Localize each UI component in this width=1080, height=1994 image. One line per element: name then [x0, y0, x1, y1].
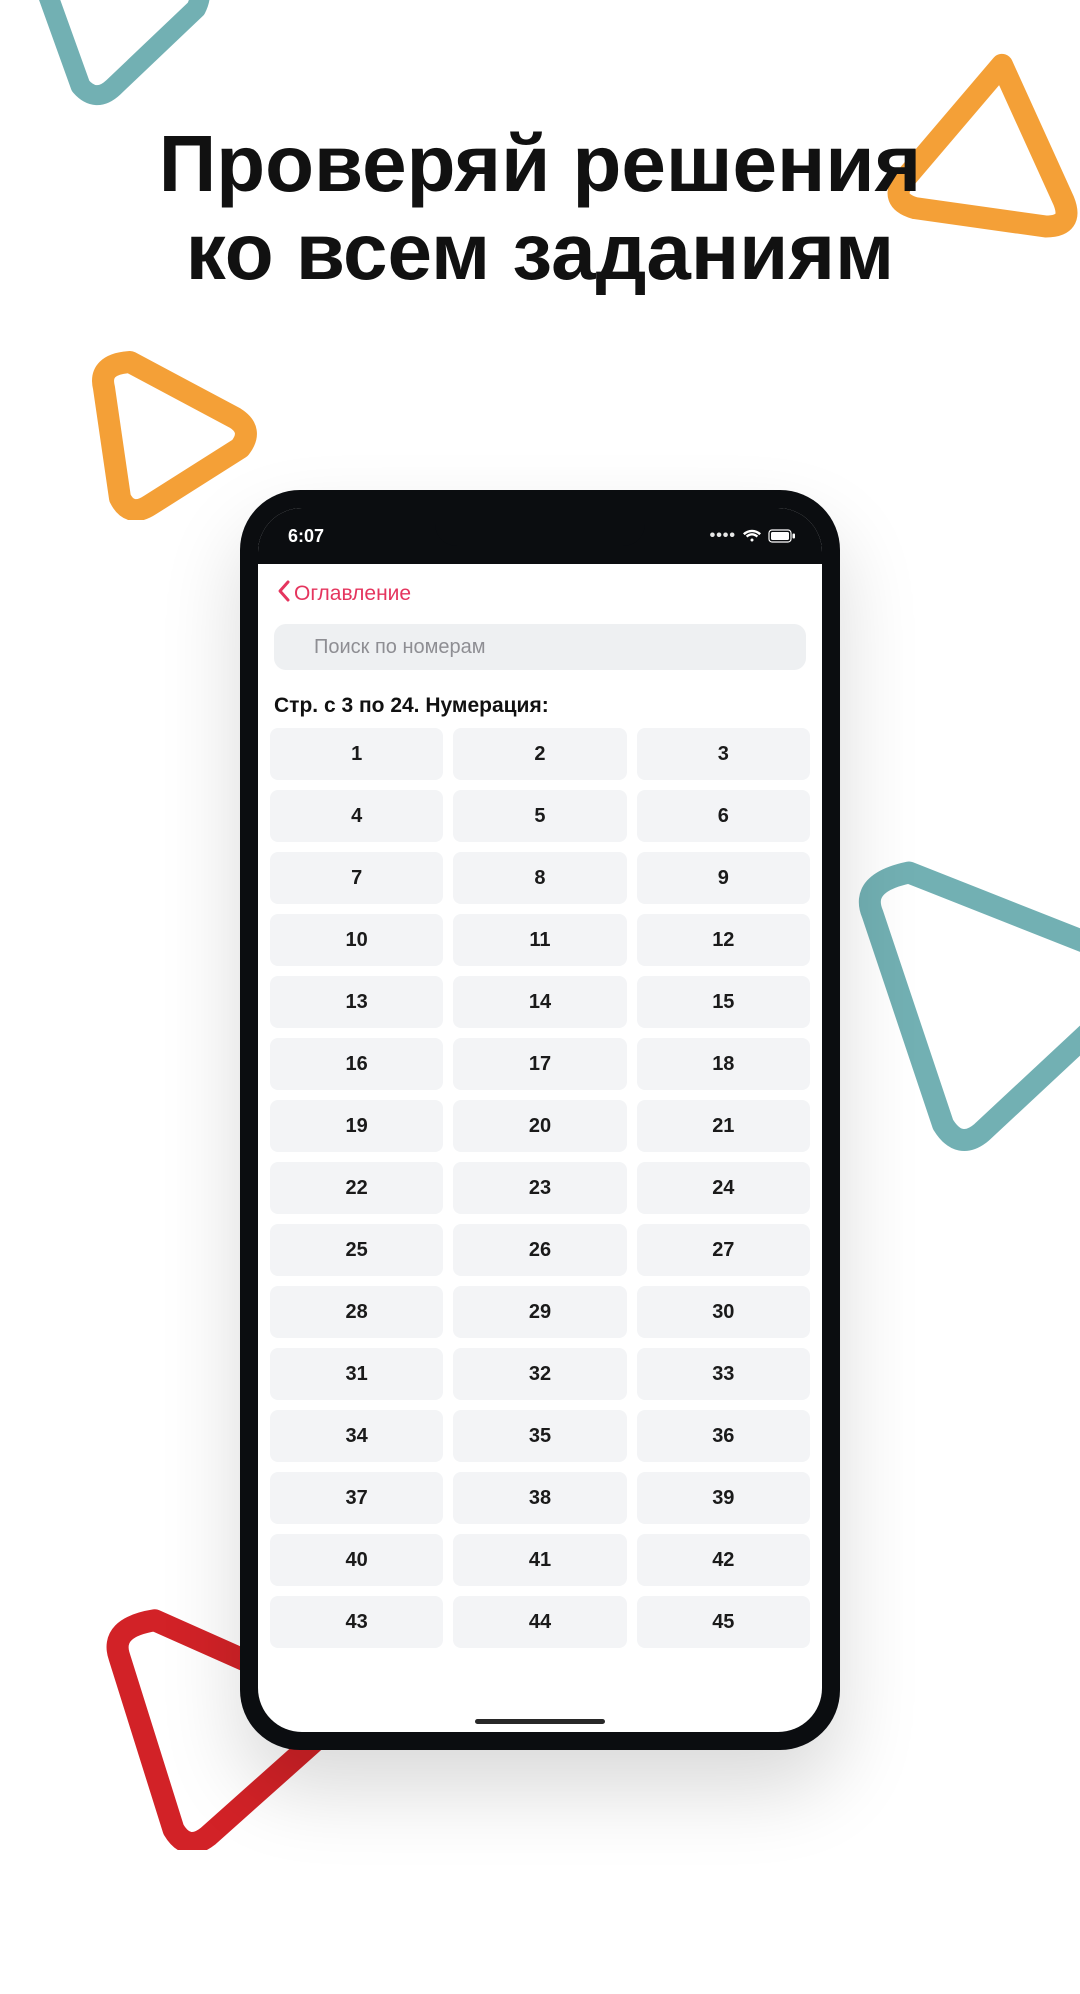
decoration-shape-teal-right	[840, 835, 1080, 1155]
number-button[interactable]: 8	[453, 852, 626, 904]
number-button[interactable]: 37	[270, 1472, 443, 1524]
number-button[interactable]: 17	[453, 1038, 626, 1090]
number-button[interactable]: 30	[637, 1286, 810, 1338]
battery-icon	[768, 529, 796, 543]
number-grid: 1234567891011121314151617181920212223242…	[258, 728, 822, 1648]
number-button[interactable]: 23	[453, 1162, 626, 1214]
number-button[interactable]: 24	[637, 1162, 810, 1214]
number-button[interactable]: 33	[637, 1348, 810, 1400]
decoration-shape-teal-top	[20, 0, 220, 110]
number-button[interactable]: 39	[637, 1472, 810, 1524]
number-button[interactable]: 29	[453, 1286, 626, 1338]
number-button[interactable]: 44	[453, 1596, 626, 1648]
number-button[interactable]: 5	[453, 790, 626, 842]
number-button[interactable]: 19	[270, 1100, 443, 1152]
number-button[interactable]: 20	[453, 1100, 626, 1152]
back-label: Оглавление	[294, 582, 411, 606]
number-button[interactable]: 2	[453, 728, 626, 780]
number-button[interactable]: 7	[270, 852, 443, 904]
number-button[interactable]: 38	[453, 1472, 626, 1524]
search-input[interactable]	[274, 624, 806, 670]
number-button[interactable]: 26	[453, 1224, 626, 1276]
phone-notch	[435, 508, 645, 546]
signal-dots-icon: ••••	[710, 527, 736, 545]
headline-line-2: ко всем заданиям	[186, 207, 894, 296]
phone-mockup: 6:07 •••• Оглавление	[240, 490, 840, 1750]
number-button[interactable]: 6	[637, 790, 810, 842]
number-button[interactable]: 10	[270, 914, 443, 966]
number-button[interactable]: 4	[270, 790, 443, 842]
chevron-left-icon	[276, 579, 292, 609]
number-button[interactable]: 14	[453, 976, 626, 1028]
number-button[interactable]: 35	[453, 1410, 626, 1462]
headline-line-1: Проверяй решения	[159, 119, 921, 208]
navigation-bar: Оглавление	[258, 564, 822, 624]
number-button[interactable]: 9	[637, 852, 810, 904]
number-button[interactable]: 40	[270, 1534, 443, 1586]
home-indicator	[475, 1719, 605, 1724]
number-button[interactable]: 28	[270, 1286, 443, 1338]
number-button[interactable]: 15	[637, 976, 810, 1028]
number-button[interactable]: 41	[453, 1534, 626, 1586]
promo-headline: Проверяй решения ко всем заданиям	[0, 120, 1080, 296]
number-button[interactable]: 34	[270, 1410, 443, 1462]
search-wrap	[258, 624, 822, 680]
number-button[interactable]: 27	[637, 1224, 810, 1276]
wifi-icon	[742, 529, 762, 543]
number-button[interactable]: 18	[637, 1038, 810, 1090]
number-button[interactable]: 1	[270, 728, 443, 780]
number-button[interactable]: 13	[270, 976, 443, 1028]
number-button[interactable]: 22	[270, 1162, 443, 1214]
number-button[interactable]: 11	[453, 914, 626, 966]
decoration-shape-orange-left	[80, 340, 260, 520]
number-button[interactable]: 43	[270, 1596, 443, 1648]
status-time: 6:07	[288, 526, 324, 547]
number-button[interactable]: 42	[637, 1534, 810, 1586]
number-button[interactable]: 16	[270, 1038, 443, 1090]
number-button[interactable]: 45	[637, 1596, 810, 1648]
number-button[interactable]: 12	[637, 914, 810, 966]
number-button[interactable]: 31	[270, 1348, 443, 1400]
number-button[interactable]: 36	[637, 1410, 810, 1462]
number-button[interactable]: 25	[270, 1224, 443, 1276]
number-button[interactable]: 3	[637, 728, 810, 780]
number-button[interactable]: 32	[453, 1348, 626, 1400]
number-button[interactable]: 21	[637, 1100, 810, 1152]
back-button[interactable]: Оглавление	[268, 573, 419, 615]
section-title: Стр. с 3 по 24. Нумерация:	[258, 680, 822, 728]
status-indicators: ••••	[710, 527, 796, 545]
phone-screen: 6:07 •••• Оглавление	[258, 508, 822, 1732]
